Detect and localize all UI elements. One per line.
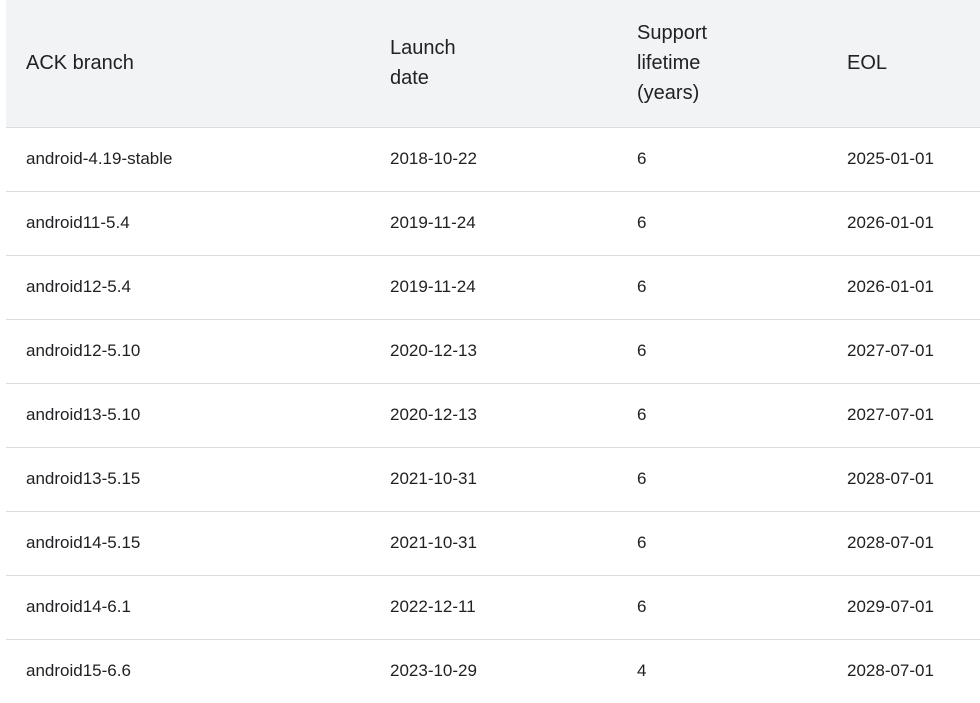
- cell-branch: android-4.19-stable: [26, 149, 173, 168]
- table-header: ACK branch Launch date Support lifetime …: [6, 0, 980, 127]
- header-eol-label: EOL: [847, 52, 888, 75]
- cell-support-lifetime: 6: [637, 149, 647, 168]
- cell-support-lifetime: 6: [637, 213, 647, 232]
- cell-eol: 2027-07-01: [847, 405, 934, 424]
- cell-launch-date: 2019-11-24: [390, 213, 476, 232]
- table-row: android14-5.15 2021-10-31 6 2028-07-01: [6, 511, 980, 575]
- cell-eol: 2027-07-01: [847, 341, 934, 360]
- table-row: android11-5.4 2019-11-24 6 2026-01-01: [6, 191, 980, 255]
- header-launch-date: Launch date: [370, 0, 617, 127]
- cell-support-lifetime: 6: [637, 277, 647, 296]
- cell-branch: android14-5.15: [26, 533, 141, 552]
- ack-branch-table-container: ACK branch Launch date Support lifetime …: [6, 0, 980, 703]
- cell-eol: 2028-07-01: [847, 533, 934, 552]
- cell-support-lifetime: 6: [637, 405, 647, 424]
- table-header-row: ACK branch Launch date Support lifetime …: [6, 0, 980, 127]
- table-row: android13-5.10 2020-12-13 6 2027-07-01: [6, 383, 980, 447]
- table-row: android12-5.10 2020-12-13 6 2027-07-01: [6, 319, 980, 383]
- cell-branch: android15-6.6: [26, 661, 131, 681]
- header-launch-date-line2: date: [390, 67, 429, 90]
- cell-launch-date: 2020-12-13: [390, 405, 477, 424]
- table-row: android15-6.6 2023-10-29 4 2028-07-01: [6, 639, 980, 703]
- cell-launch-date: 2021-10-31: [390, 469, 477, 488]
- cell-support-lifetime: 6: [637, 597, 647, 616]
- cell-launch-date: 2019-11-24: [390, 277, 476, 296]
- cell-eol: 2028-07-01: [847, 661, 934, 681]
- cell-launch-date: 2023-10-29: [390, 661, 477, 681]
- cell-branch: android11-5.4: [26, 213, 130, 232]
- ack-branch-table: ACK branch Launch date Support lifetime …: [6, 0, 980, 703]
- header-support-lifetime-line2: lifetime: [637, 52, 701, 75]
- header-launch-date-line1: Launch: [390, 37, 456, 60]
- cell-eol: 2029-07-01: [847, 597, 934, 616]
- cell-eol: 2025-01-01: [847, 149, 934, 168]
- cell-launch-date: 2020-12-13: [390, 341, 477, 360]
- cell-launch-date: 2022-12-11: [390, 597, 476, 616]
- header-support-lifetime-line1: Support: [637, 22, 708, 45]
- table-row: android14-6.1 2022-12-11 6 2029-07-01: [6, 575, 980, 639]
- table-row: android13-5.15 2021-10-31 6 2028-07-01: [6, 447, 980, 511]
- header-support-lifetime-line3: (years): [637, 82, 700, 105]
- cell-eol: 2026-01-01: [847, 213, 934, 232]
- header-ack-branch-label: ACK branch: [26, 52, 134, 75]
- cell-launch-date: 2021-10-31: [390, 533, 477, 552]
- cell-eol: 2026-01-01: [847, 277, 934, 296]
- cell-support-lifetime: 6: [637, 533, 647, 552]
- cell-support-lifetime: 6: [637, 341, 647, 360]
- cell-support-lifetime: 4: [637, 661, 647, 681]
- cell-eol: 2028-07-01: [847, 469, 934, 488]
- cell-support-lifetime: 6: [637, 469, 647, 488]
- table-row: android-4.19-stable 2018-10-22 6 2025-01…: [6, 127, 980, 191]
- cell-branch: android13-5.10: [26, 405, 141, 424]
- header-ack-branch: ACK branch: [6, 0, 370, 127]
- cell-launch-date: 2018-10-22: [390, 149, 477, 168]
- cell-branch: android12-5.10: [26, 341, 141, 360]
- header-support-lifetime: Support lifetime (years): [617, 0, 827, 127]
- header-eol: EOL: [827, 0, 980, 127]
- cell-branch: android13-5.15: [26, 469, 141, 488]
- cell-branch: android12-5.4: [26, 277, 131, 296]
- table-row: android12-5.4 2019-11-24 6 2026-01-01: [6, 255, 980, 319]
- cell-branch: android14-6.1: [26, 597, 131, 616]
- table-body: android-4.19-stable 2018-10-22 6 2025-01…: [6, 127, 980, 703]
